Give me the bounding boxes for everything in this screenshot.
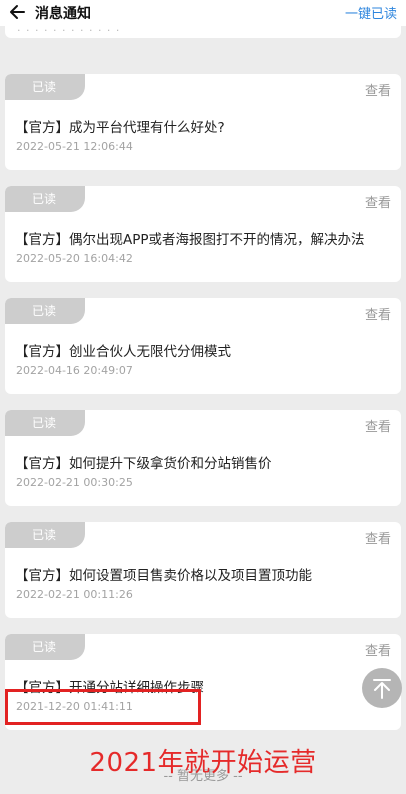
read-status-badge: 已读	[5, 298, 85, 324]
view-link[interactable]: 查看	[365, 528, 391, 547]
view-link[interactable]: 查看	[365, 192, 391, 211]
notice-card[interactable]: 已读 查看 【官方】成为平台代理有什么好处? 2022-05-21 12:06:…	[5, 74, 401, 170]
view-link[interactable]: 查看	[365, 80, 391, 99]
notice-title: 【官方】如何设置项目售卖价格以及项目置顶功能	[15, 568, 312, 584]
page-title: 消息通知	[35, 6, 91, 22]
notice-date: 2022-02-21 00:30:25	[16, 476, 133, 489]
notice-card[interactable]: 已读 查看 【官方】偶尔出现APP或者海报图打不开的情况，解决办法 2022-0…	[5, 186, 401, 282]
view-link[interactable]: 查看	[365, 416, 391, 435]
notice-card[interactable]: 已读 查看 【官方】创业合伙人无限代分佣模式 2022-04-16 20:49:…	[5, 298, 401, 394]
read-status-badge: 已读	[5, 186, 85, 212]
mark-all-read-button[interactable]: 一键已读	[345, 3, 397, 22]
notice-date: 2022-05-21 12:06:44	[16, 140, 133, 153]
notice-date: 2022-02-21 00:11:26	[16, 588, 133, 601]
scroll-to-top-button[interactable]	[362, 668, 402, 708]
annotation-text: 2021年就开始运营	[89, 748, 317, 778]
arrow-up-icon	[373, 679, 391, 699]
top-bar: 消息通知 一键已读	[0, 0, 406, 26]
notice-title: 【官方】创业合伙人无限代分佣模式	[15, 344, 231, 360]
view-link[interactable]: 查看	[365, 640, 391, 659]
notice-card[interactable]: 已读 查看 【官方】如何设置项目售卖价格以及项目置顶功能 2022-02-21 …	[5, 522, 401, 618]
read-status-badge: 已读	[5, 634, 85, 660]
read-status-badge: 已读	[5, 74, 85, 100]
highlight-box	[5, 689, 201, 725]
notice-title: 【官方】偶尔出现APP或者海报图打不开的情况，解决办法	[15, 232, 365, 248]
read-status-badge: 已读	[5, 522, 85, 548]
view-link[interactable]: 查看	[365, 304, 391, 323]
back-arrow-icon[interactable]	[8, 2, 28, 22]
read-status-badge: 已读	[5, 410, 85, 436]
notice-title: 【官方】成为平台代理有什么好处?	[15, 120, 225, 136]
notice-date: 2022-05-20 16:04:42	[16, 252, 133, 265]
notice-card[interactable]: 已读 查看 【官方】如何提升下级拿货价和分站销售价 2022-02-21 00:…	[5, 410, 401, 506]
notice-date: 2022-04-16 20:49:07	[16, 364, 133, 377]
notice-title: 【官方】如何提升下级拿货价和分站销售价	[15, 456, 272, 472]
